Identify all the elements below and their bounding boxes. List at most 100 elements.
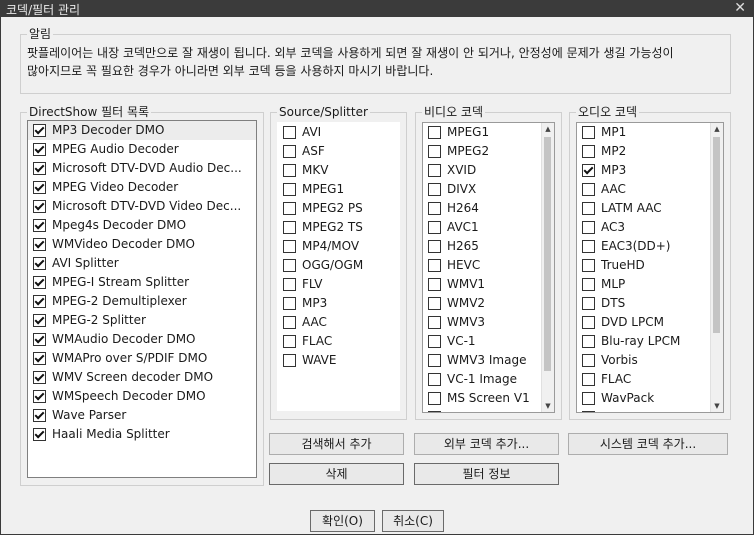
checkbox[interactable] bbox=[582, 297, 595, 310]
splitter-list-item[interactable]: MKV bbox=[278, 161, 399, 180]
directshow-list-item[interactable]: MPEG-2 Demultiplexer bbox=[28, 292, 256, 311]
video-list-item[interactable]: WMV3 bbox=[423, 313, 554, 332]
audio-list-item[interactable]: AAC bbox=[577, 180, 723, 199]
splitter-list-item[interactable]: AVI bbox=[278, 123, 399, 142]
audio-list-item[interactable]: Vorbis bbox=[577, 351, 723, 370]
checkbox[interactable] bbox=[582, 335, 595, 348]
checkbox[interactable] bbox=[33, 181, 46, 194]
checkbox[interactable] bbox=[582, 145, 595, 158]
checkbox[interactable] bbox=[33, 371, 46, 384]
audio-list-item[interactable]: DVD LPCM bbox=[577, 313, 723, 332]
checkbox[interactable] bbox=[582, 411, 595, 412]
directshow-filter-list[interactable]: MP3 Decoder DMO MPEG Audio Decoder Microso… bbox=[27, 120, 257, 478]
checkbox[interactable] bbox=[283, 164, 296, 177]
checkbox[interactable] bbox=[33, 257, 46, 270]
directshow-list-item[interactable]: WMSpeech Decoder DMO bbox=[28, 387, 256, 406]
checkbox[interactable] bbox=[582, 126, 595, 139]
checkbox[interactable] bbox=[283, 221, 296, 234]
directshow-list-item[interactable]: MP3 Decoder DMO bbox=[28, 121, 256, 140]
checkbox[interactable] bbox=[582, 392, 595, 405]
splitter-list-item[interactable]: ASF bbox=[278, 142, 399, 161]
checkbox[interactable] bbox=[428, 411, 441, 412]
checkbox[interactable] bbox=[33, 276, 46, 289]
checkbox[interactable] bbox=[582, 354, 595, 367]
checkbox[interactable] bbox=[283, 354, 296, 367]
video-codec-list[interactable]: MPEG1 MPEG2 XVID DIVX H264 AVC1 H265 HEVC WMV1 WM… bbox=[422, 122, 555, 413]
checkbox[interactable] bbox=[428, 297, 441, 310]
search-add-button[interactable]: 검색해서 추가 bbox=[269, 433, 404, 455]
checkbox[interactable] bbox=[582, 183, 595, 196]
scroll-down-icon[interactable]: ▼ bbox=[712, 401, 722, 411]
checkbox[interactable] bbox=[33, 238, 46, 251]
audio-codec-list[interactable]: MP1 MP2 MP3 AAC LATM AAC AC3 EAC3(DD+) TrueHD ML… bbox=[576, 122, 724, 413]
checkbox[interactable] bbox=[582, 164, 595, 177]
audio-list-item[interactable]: TrueHD bbox=[577, 256, 723, 275]
cancel-button[interactable]: 취소(C) bbox=[382, 510, 444, 532]
directshow-list-item[interactable]: Mpeg4s Decoder DMO bbox=[28, 216, 256, 235]
audio-list-item[interactable]: MP1 bbox=[577, 123, 723, 142]
audio-scrollbar[interactable]: ▲ ▼ bbox=[710, 123, 723, 412]
video-list-item[interactable]: WMV3 Image bbox=[423, 351, 554, 370]
splitter-list-item[interactable]: AAC bbox=[278, 313, 399, 332]
splitter-list-item[interactable]: FLV bbox=[278, 275, 399, 294]
checkbox[interactable] bbox=[428, 316, 441, 329]
external-codec-add-button[interactable]: 외부 코덱 추가... bbox=[414, 433, 559, 455]
video-list-item[interactable]: H264 bbox=[423, 199, 554, 218]
checkbox[interactable] bbox=[428, 145, 441, 158]
checkbox[interactable] bbox=[33, 390, 46, 403]
splitter-list-item[interactable]: OGG/OGM bbox=[278, 256, 399, 275]
video-list-item[interactable]: H265 bbox=[423, 237, 554, 256]
splitter-list-item[interactable]: MP4/MOV bbox=[278, 237, 399, 256]
checkbox[interactable] bbox=[428, 335, 441, 348]
checkbox[interactable] bbox=[428, 221, 441, 234]
video-list-item[interactable]: AVC1 bbox=[423, 218, 554, 237]
audio-list-item[interactable]: MP2 bbox=[577, 142, 723, 161]
scroll-up-icon[interactable]: ▲ bbox=[543, 124, 553, 134]
video-scrollbar[interactable]: ▲ ▼ bbox=[541, 123, 554, 412]
system-codec-add-button[interactable]: 시스템 코덱 추가... bbox=[568, 433, 728, 455]
checkbox[interactable] bbox=[33, 124, 46, 137]
directshow-list-item[interactable]: WMV Screen decoder DMO bbox=[28, 368, 256, 387]
splitter-list-item[interactable]: MPEG2 PS bbox=[278, 199, 399, 218]
checkbox[interactable] bbox=[582, 240, 595, 253]
checkbox[interactable] bbox=[582, 202, 595, 215]
checkbox[interactable] bbox=[428, 259, 441, 272]
checkbox[interactable] bbox=[33, 143, 46, 156]
splitter-list-item[interactable]: FLAC bbox=[278, 332, 399, 351]
checkbox[interactable] bbox=[33, 219, 46, 232]
directshow-list-item[interactable]: MPEG Video Decoder bbox=[28, 178, 256, 197]
splitter-list-item[interactable]: MP3 bbox=[278, 294, 399, 313]
checkbox[interactable] bbox=[33, 428, 46, 441]
checkbox[interactable] bbox=[283, 297, 296, 310]
audio-list-item[interactable]: DTS bbox=[577, 294, 723, 313]
checkbox[interactable] bbox=[582, 221, 595, 234]
video-list-item[interactable]: VC-1 Image bbox=[423, 370, 554, 389]
checkbox[interactable] bbox=[33, 409, 46, 422]
directshow-list-item[interactable]: AVI Splitter bbox=[28, 254, 256, 273]
checkbox[interactable] bbox=[428, 354, 441, 367]
checkbox[interactable] bbox=[428, 202, 441, 215]
audio-list-item[interactable]: SPEEX bbox=[577, 408, 723, 412]
checkbox[interactable] bbox=[283, 202, 296, 215]
checkbox[interactable] bbox=[428, 126, 441, 139]
checkbox[interactable] bbox=[582, 259, 595, 272]
ok-button[interactable]: 확인(O) bbox=[310, 510, 375, 532]
video-list-item[interactable]: HEVC bbox=[423, 256, 554, 275]
video-list-item[interactable]: WMV2 bbox=[423, 294, 554, 313]
checkbox[interactable] bbox=[428, 278, 441, 291]
checkbox[interactable] bbox=[283, 278, 296, 291]
checkbox[interactable] bbox=[33, 352, 46, 365]
splitter-list-item[interactable]: WAVE bbox=[278, 351, 399, 370]
audio-list-item[interactable]: MP3 bbox=[577, 161, 723, 180]
checkbox[interactable] bbox=[283, 145, 296, 158]
audio-list-item[interactable]: FLAC bbox=[577, 370, 723, 389]
directshow-list-item[interactable]: Microsoft DTV-DVD Audio Dec... bbox=[28, 159, 256, 178]
audio-list-item[interactable]: MLP bbox=[577, 275, 723, 294]
checkbox[interactable] bbox=[582, 373, 595, 386]
audio-list-item[interactable]: LATM AAC bbox=[577, 199, 723, 218]
close-icon[interactable]: ✕ bbox=[734, 0, 746, 16]
directshow-list-item[interactable]: WMAudio Decoder DMO bbox=[28, 330, 256, 349]
checkbox[interactable] bbox=[428, 373, 441, 386]
splitter-list-item[interactable]: MPEG2 TS bbox=[278, 218, 399, 237]
directshow-list-item[interactable]: WMVideo Decoder DMO bbox=[28, 235, 256, 254]
